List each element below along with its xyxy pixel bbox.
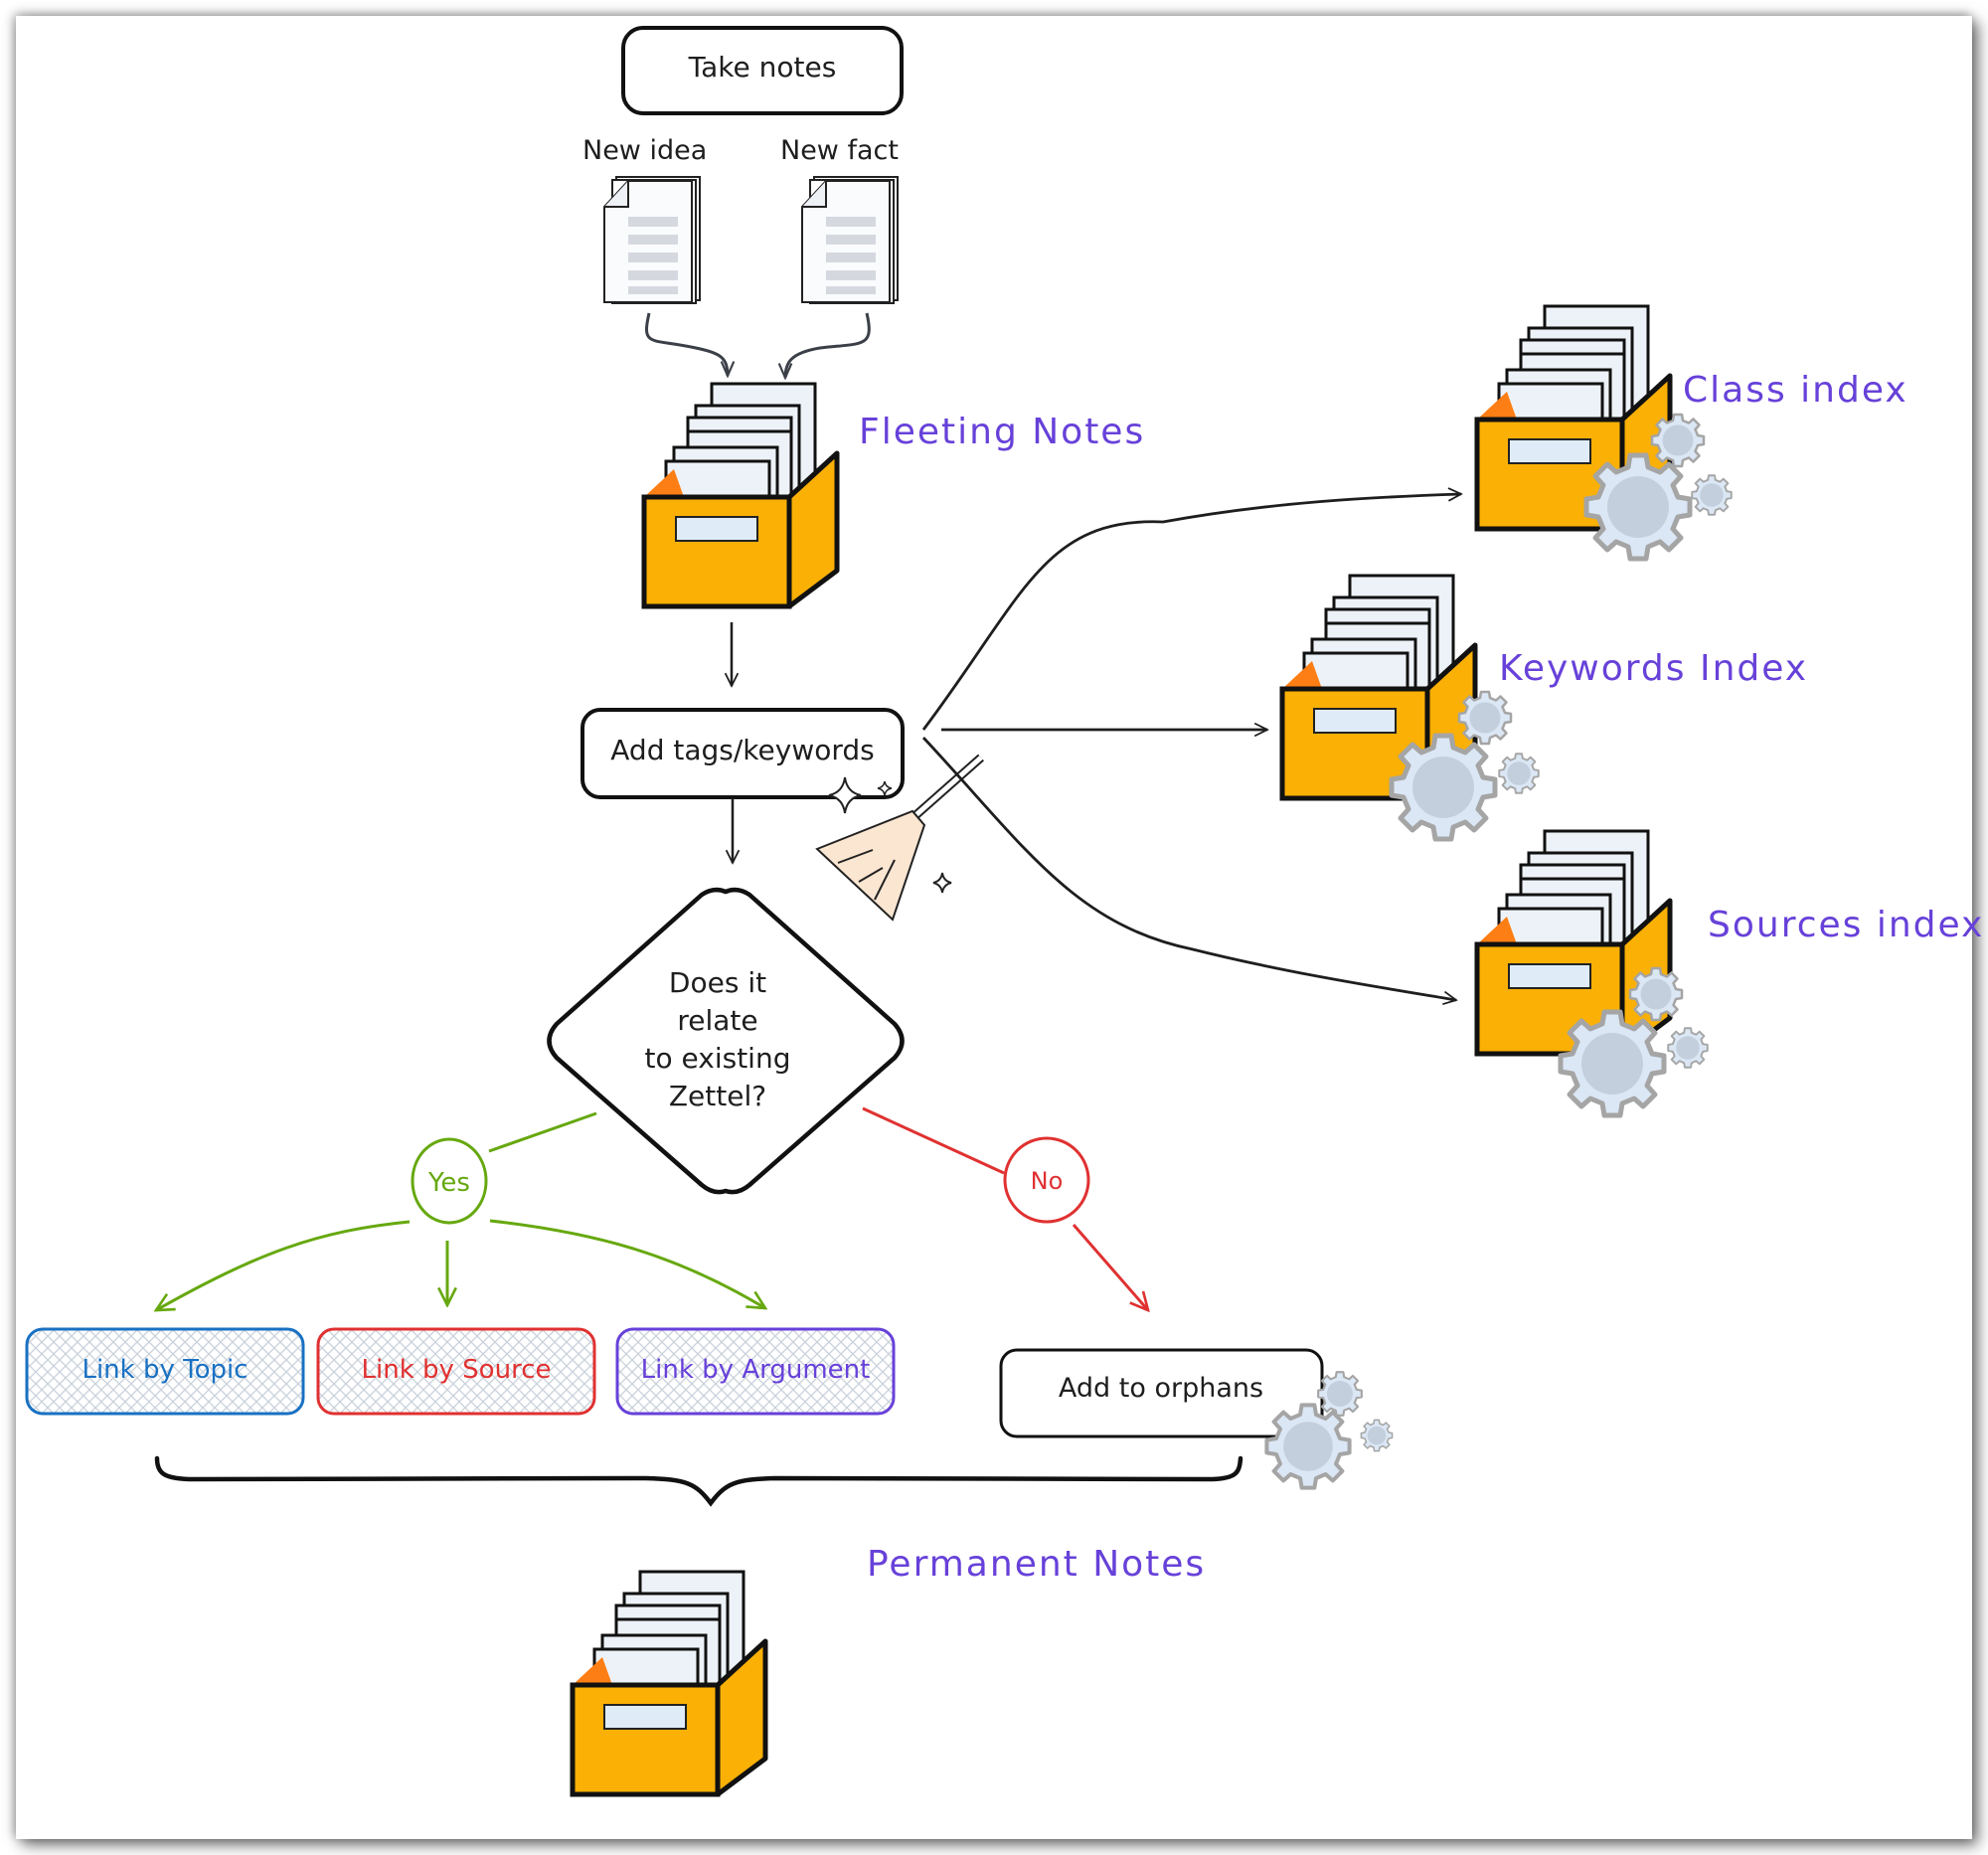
decision-node[interactable]: Does it relate to existing Zettel? xyxy=(547,887,905,1195)
add-tags-node[interactable]: Add tags/keywords xyxy=(580,708,905,799)
permanent-notes-label: Permanent Notes xyxy=(867,1544,1206,1585)
class-index-label: Class index xyxy=(1683,370,1908,411)
brace xyxy=(154,1455,1243,1507)
link-by-topic-label: Link by Topic xyxy=(82,1355,248,1385)
link-by-source-label: Link by Source xyxy=(362,1355,552,1385)
decision-line-2: relate xyxy=(677,1004,757,1037)
no-label: No xyxy=(1031,1167,1064,1195)
yes-branch-badge[interactable]: Yes xyxy=(411,1137,488,1225)
new-fact-label: New fact xyxy=(780,135,899,166)
link-by-source-node[interactable]: Link by Source xyxy=(316,1327,596,1416)
no-connector xyxy=(862,1106,1005,1175)
decision-line-1: Does it xyxy=(669,966,766,999)
no-branch-badge[interactable]: No xyxy=(1003,1136,1090,1224)
document-icon xyxy=(801,176,899,304)
yes-label: Yes xyxy=(427,1168,470,1198)
decision-line-3: to existing xyxy=(645,1042,791,1075)
fleeting-notes-box-icon xyxy=(644,384,838,606)
fleeting-notes-label: Fleeting Notes xyxy=(859,412,1145,452)
arrow-idea-to-fleeting xyxy=(645,312,728,376)
arrow-no-to-orphans xyxy=(1072,1224,1148,1310)
document-icon xyxy=(603,176,701,304)
take-notes-node[interactable]: Take notes xyxy=(621,26,904,115)
zettelkasten-diagram: Take notes New idea New fact Fleeting No… xyxy=(25,26,1984,1855)
keywords-index-label: Keywords Index xyxy=(1499,648,1808,689)
add-tags-label: Add tags/keywords xyxy=(610,734,874,766)
arrow-yes-to-topic xyxy=(156,1220,411,1310)
link-by-topic-node[interactable]: Link by Topic xyxy=(25,1327,305,1416)
sources-index-label: Sources index xyxy=(1708,905,1984,945)
arrow-fact-to-fleeting xyxy=(785,312,871,378)
take-notes-label: Take notes xyxy=(688,51,837,84)
link-by-argument-node[interactable]: Link by Argument xyxy=(615,1327,896,1416)
yes-connector xyxy=(488,1111,597,1153)
new-idea-label: New idea xyxy=(582,135,707,166)
add-to-orphans-label: Add to orphans xyxy=(1059,1373,1263,1404)
link-by-argument-label: Link by Argument xyxy=(641,1355,871,1385)
arrow-yes-to-argument xyxy=(489,1219,765,1308)
decision-line-4: Zettel? xyxy=(669,1080,766,1112)
permanent-notes-box-icon xyxy=(573,1572,766,1794)
